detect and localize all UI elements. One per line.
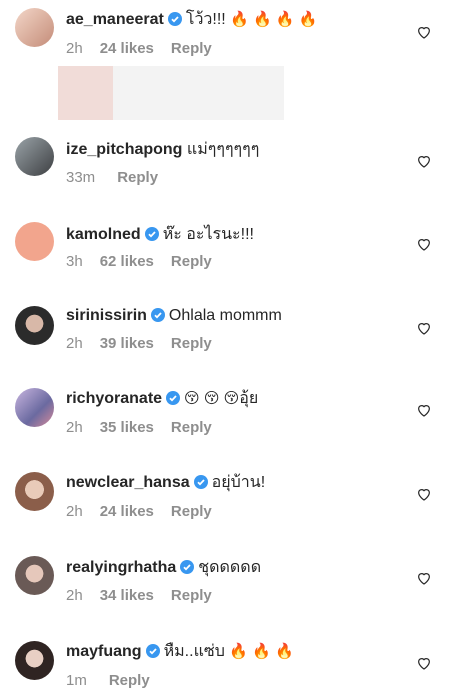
likes-count[interactable]: 24 likes [100,40,154,57]
comment-text: ห๊ะ อะไรนะ!!! [162,226,254,243]
timestamp: 2h [66,419,83,436]
verified-badge-icon [166,391,181,405]
username[interactable]: ae_maneerat [66,11,164,28]
avatar[interactable] [15,388,54,427]
reply-button[interactable]: Reply [171,587,212,604]
kissing-emoji-icon: 😚 😚 😚 [184,390,240,407]
verified-badge-icon [193,475,208,489]
avatar[interactable] [15,8,54,47]
reply-button[interactable]: Reply [171,253,212,270]
username[interactable]: richyoranate [66,390,162,407]
heart-outline-icon[interactable] [416,24,432,40]
comment-text: โว้ว!!! [185,11,231,28]
likes-count[interactable]: 39 likes [100,335,154,352]
verified-badge-icon [180,560,195,574]
likes-count[interactable]: 34 likes [100,587,154,604]
reply-button[interactable]: Reply [171,503,212,520]
username[interactable]: ize_pitchapong [66,141,182,158]
likes-count[interactable]: 35 likes [100,419,154,436]
verified-badge-icon [167,12,182,26]
reply-button[interactable]: Reply [109,672,150,689]
comment-text: หืม..แซ่บ [163,643,230,660]
username[interactable]: realyingrhatha [66,559,176,576]
media-placeholder [58,66,284,120]
heart-outline-icon[interactable] [416,153,432,169]
media-swatch [58,66,113,120]
heart-outline-icon[interactable] [416,655,432,671]
comment-text: Ohlala mommm [168,307,282,324]
timestamp: 2h [66,587,83,604]
timestamp: 2h [66,335,83,352]
heart-outline-icon[interactable] [416,402,432,418]
username[interactable]: newclear_hansa [66,474,190,491]
username[interactable]: kamolned [66,226,141,243]
likes-count[interactable]: 62 likes [100,253,154,270]
reply-button[interactable]: Reply [117,169,158,186]
heart-outline-icon[interactable] [416,570,432,586]
reply-button[interactable]: Reply [171,40,212,57]
verified-badge-icon [145,644,160,658]
avatar[interactable] [15,641,54,680]
comment-text: อุ้ย [239,390,259,407]
comment-text: อยุ่บ้าน! [211,474,266,491]
avatar[interactable] [15,556,54,595]
comment-text: แม่ๆๆๆๆๆๆ [186,141,260,158]
reply-button[interactable]: Reply [171,419,212,436]
timestamp: 3h [66,253,83,270]
heart-outline-icon[interactable] [416,236,432,252]
timestamp: 1m [66,672,87,689]
likes-count[interactable]: 24 likes [100,503,154,520]
avatar[interactable] [15,306,54,345]
username[interactable]: sirinissirin [66,307,147,324]
avatar[interactable] [15,137,54,176]
heart-outline-icon[interactable] [416,320,432,336]
fire-emoji-icon: 🔥 🔥 🔥 🔥 [230,11,318,28]
fire-emoji-icon: 🔥 🔥 🔥 [229,643,294,660]
timestamp: 2h [66,40,83,57]
verified-badge-icon [144,227,159,241]
username[interactable]: mayfuang [66,643,142,660]
verified-badge-icon [150,308,165,322]
avatar[interactable] [15,222,54,261]
comment-text: ชุดดดดด [198,559,262,576]
timestamp: 33m [66,169,96,186]
avatar[interactable] [15,472,54,511]
reply-button[interactable]: Reply [171,335,212,352]
timestamp: 2h [66,503,83,520]
heart-outline-icon[interactable] [416,486,432,502]
